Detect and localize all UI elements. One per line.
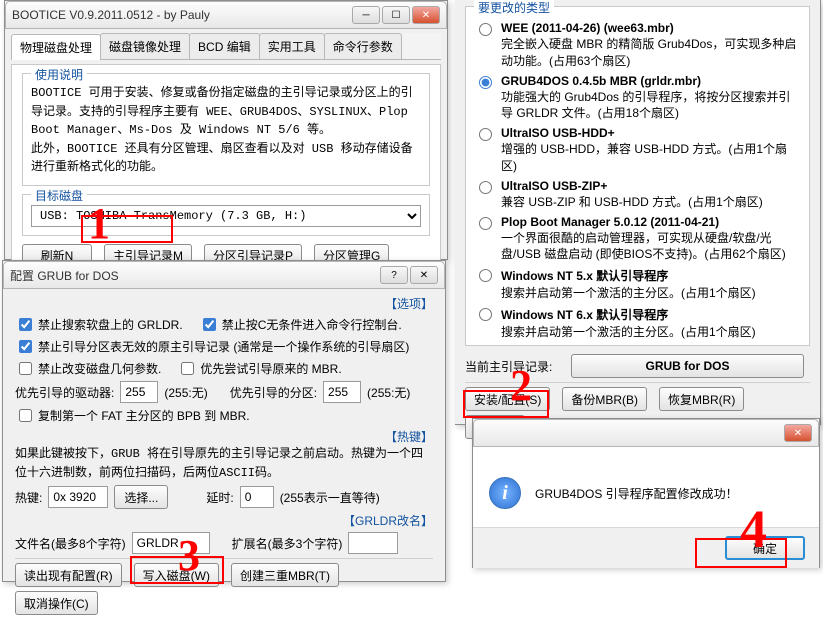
prio-driver-label: 优先引导的驱动器: <box>15 384 114 401</box>
prio-part-input[interactable] <box>323 381 361 403</box>
usage-text: BOOTICE 可用于安装、修复或备份指定磁盘的主引导记录或分区上的引导记录。支… <box>31 84 421 177</box>
grub-titlebar: 配置 GRUB for DOS ? ✕ <box>3 261 445 289</box>
tab-physical-disk[interactable]: 物理磁盘处理 <box>11 34 101 60</box>
fname-label: 文件名(最多8个字符) <box>15 535 126 552</box>
main-title: BOOTICE V0.9.2011.0512 - by Pauly <box>12 8 352 22</box>
usage-legend: 使用说明 <box>31 66 87 83</box>
cb-prefer-orig-mbr[interactable]: 优先尝试引导原来的 MBR. <box>177 359 341 378</box>
minimize-button[interactable]: ─ <box>352 6 380 24</box>
hotkey-field-label: 热键: <box>15 489 42 506</box>
tab-tools[interactable]: 实用工具 <box>259 33 325 59</box>
ext-label: 扩展名(最多3个字符) <box>232 535 343 552</box>
boot-type-option[interactable]: Windows NT 5.x 默认引导程序 搜索并启动第一个激活的主分区。(占用… <box>474 267 801 302</box>
write-disk-button[interactable]: 写入磁盘(W) <box>134 563 219 587</box>
target-disk-group: 目标磁盘 USB: TOSHIBA TransMemory (7.3 GB, H… <box>22 194 430 236</box>
disk-select[interactable]: USB: TOSHIBA TransMemory (7.3 GB, H:) <box>31 205 421 227</box>
msgbox-ok-button[interactable]: 确定 <box>725 536 805 560</box>
boot-type-option[interactable]: UltraISO USB-ZIP+ 兼容 USB-ZIP 和 USB-HDD 方… <box>474 179 801 211</box>
tab-bcd-edit[interactable]: BCD 编辑 <box>189 33 260 59</box>
boot-type-option[interactable]: GRUB4DOS 0.4.5b MBR (grldr.mbr) 功能强大的 Gr… <box>474 74 801 123</box>
restore-mbr-button[interactable]: 恢复MBR(R) <box>659 387 744 411</box>
read-config-button[interactable]: 读出现有配置(R) <box>15 563 122 587</box>
cb-no-geometry[interactable]: 禁止改变磁盘几何参数. <box>15 359 161 378</box>
main-titlebar: BOOTICE V0.9.2011.0512 - by Pauly ─ ☐ ✕ <box>5 1 447 29</box>
current-mbr-label: 当前主引导记录: <box>465 358 565 375</box>
msgbox-close-button[interactable]: ✕ <box>784 424 812 442</box>
boot-type-desc: 一个界面很酷的启动管理器，可实现从硬盘/软盘/光盘/USB 磁盘启动 (即使BI… <box>501 230 801 264</box>
install-config-button[interactable]: 安装/配置(S) <box>465 387 550 411</box>
cancel-grub-button[interactable]: 取消操作(C) <box>15 591 98 615</box>
boot-type-desc: 完全嵌入硬盘 MBR 的精简版 Grub4Dos，可实现多种启动功能。(占用63… <box>501 36 801 70</box>
grub-title: 配置 GRUB for DOS <box>10 267 380 284</box>
msgbox-titlebar: ✕ <box>473 419 819 447</box>
close-button[interactable]: ✕ <box>412 6 440 24</box>
maximize-button[interactable]: ☐ <box>382 6 410 24</box>
prio-part-hint: (255:无) <box>367 384 410 401</box>
rename-heading: 【GRLDR改名】 <box>15 512 433 529</box>
types-group: 要更改的类型 WEE (2011-04-26) (wee63.mbr) 完全嵌入… <box>465 6 810 346</box>
boot-type-title: WEE (2011-04-26) (wee63.mbr) <box>501 21 801 35</box>
types-legend: 要更改的类型 <box>474 0 554 16</box>
fname-input[interactable] <box>132 532 210 554</box>
target-legend: 目标磁盘 <box>31 187 87 204</box>
boot-type-option[interactable]: WEE (2011-04-26) (wee63.mbr) 完全嵌入硬盘 MBR … <box>474 21 801 70</box>
hotkey-desc: 如果此键被按下，GRUB 将在引导原先的主引导记录之前启动。热键为一个四位十六进… <box>15 445 433 482</box>
usage-group: 使用说明 BOOTICE 可用于安装、修复或备份指定磁盘的主引导记录或分区上的引… <box>22 73 430 186</box>
boot-type-title: UltraISO USB-ZIP+ <box>501 179 763 193</box>
boot-type-desc: 兼容 USB-ZIP 和 USB-HDD 方式。(占用1个扇区) <box>501 194 763 211</box>
ext-input[interactable] <box>348 532 398 554</box>
boot-type-title: Windows NT 6.x 默认引导程序 <box>501 306 756 323</box>
delay-hint: (255表示一直等待) <box>280 489 380 506</box>
prio-driver-input[interactable] <box>120 381 158 403</box>
info-icon: i <box>489 477 521 509</box>
cb-no-c-console[interactable]: 禁止按C无条件进入命令行控制台. <box>199 315 402 334</box>
delay-input[interactable] <box>240 486 274 508</box>
boot-type-title: UltraISO USB-HDD+ <box>501 126 801 140</box>
cb-no-floppy[interactable]: 禁止搜索软盘上的 GRLDR. <box>15 315 183 334</box>
tab-disk-image[interactable]: 磁盘镜像处理 <box>100 33 190 59</box>
create-triple-mbr-button[interactable]: 创建三重MBR(T) <box>231 563 339 587</box>
grub-close-button[interactable]: ✕ <box>410 266 438 284</box>
grub-help-button[interactable]: ? <box>380 266 408 284</box>
tab-cmdline[interactable]: 命令行参数 <box>324 33 402 59</box>
hotkey-heading: 【热键】 <box>15 428 433 445</box>
boot-type-desc: 增强的 USB-HDD，兼容 USB-HDD 方式。(占用1个扇区) <box>501 141 801 175</box>
boot-type-title: GRUB4DOS 0.4.5b MBR (grldr.mbr) <box>501 74 801 88</box>
backup-mbr-button[interactable]: 备份MBR(B) <box>562 387 647 411</box>
boot-type-title: Windows NT 5.x 默认引导程序 <box>501 267 756 284</box>
prio-part-label: 优先引导的分区: <box>230 384 317 401</box>
options-heading: 【选项】 <box>15 295 433 312</box>
boot-type-option[interactable]: UltraISO USB-HDD+ 增强的 USB-HDD，兼容 USB-HDD… <box>474 126 801 175</box>
hotkey-select-button[interactable]: 选择... <box>114 485 168 509</box>
boot-type-desc: 搜索并启动第一个激活的主分区。(占用1个扇区) <box>501 285 756 302</box>
current-mbr-value: GRUB for DOS <box>571 354 804 378</box>
msgbox-text: GRUB4DOS 引导程序配置修改成功！ <box>535 485 738 502</box>
boot-type-desc: 功能强大的 Grub4Dos 的引导程序，将按分区搜索并引导 GRLDR 文件。… <box>501 89 801 123</box>
boot-type-desc: 搜索并启动第一个激活的主分区。(占用1个扇区) <box>501 324 756 339</box>
boot-type-title: Plop Boot Manager 5.0.12 (2011-04-21) <box>501 215 801 229</box>
boot-type-option[interactable]: Plop Boot Manager 5.0.12 (2011-04-21) 一个… <box>474 215 801 264</box>
hotkey-input[interactable] <box>48 486 108 508</box>
cb-copy-bpb[interactable]: 复制第一个 FAT 主分区的 BPB 到 MBR. <box>15 406 250 425</box>
prio-driver-hint: (255:无) <box>164 384 207 401</box>
cb-no-invalid-mbr[interactable]: 禁止引导分区表无效的原主引导记录 (通常是一个操作系统的引导扇区) <box>15 337 409 356</box>
delay-label: 延时: <box>206 489 233 506</box>
boot-type-option[interactable]: Windows NT 6.x 默认引导程序 搜索并启动第一个激活的主分区。(占用… <box>474 306 801 339</box>
